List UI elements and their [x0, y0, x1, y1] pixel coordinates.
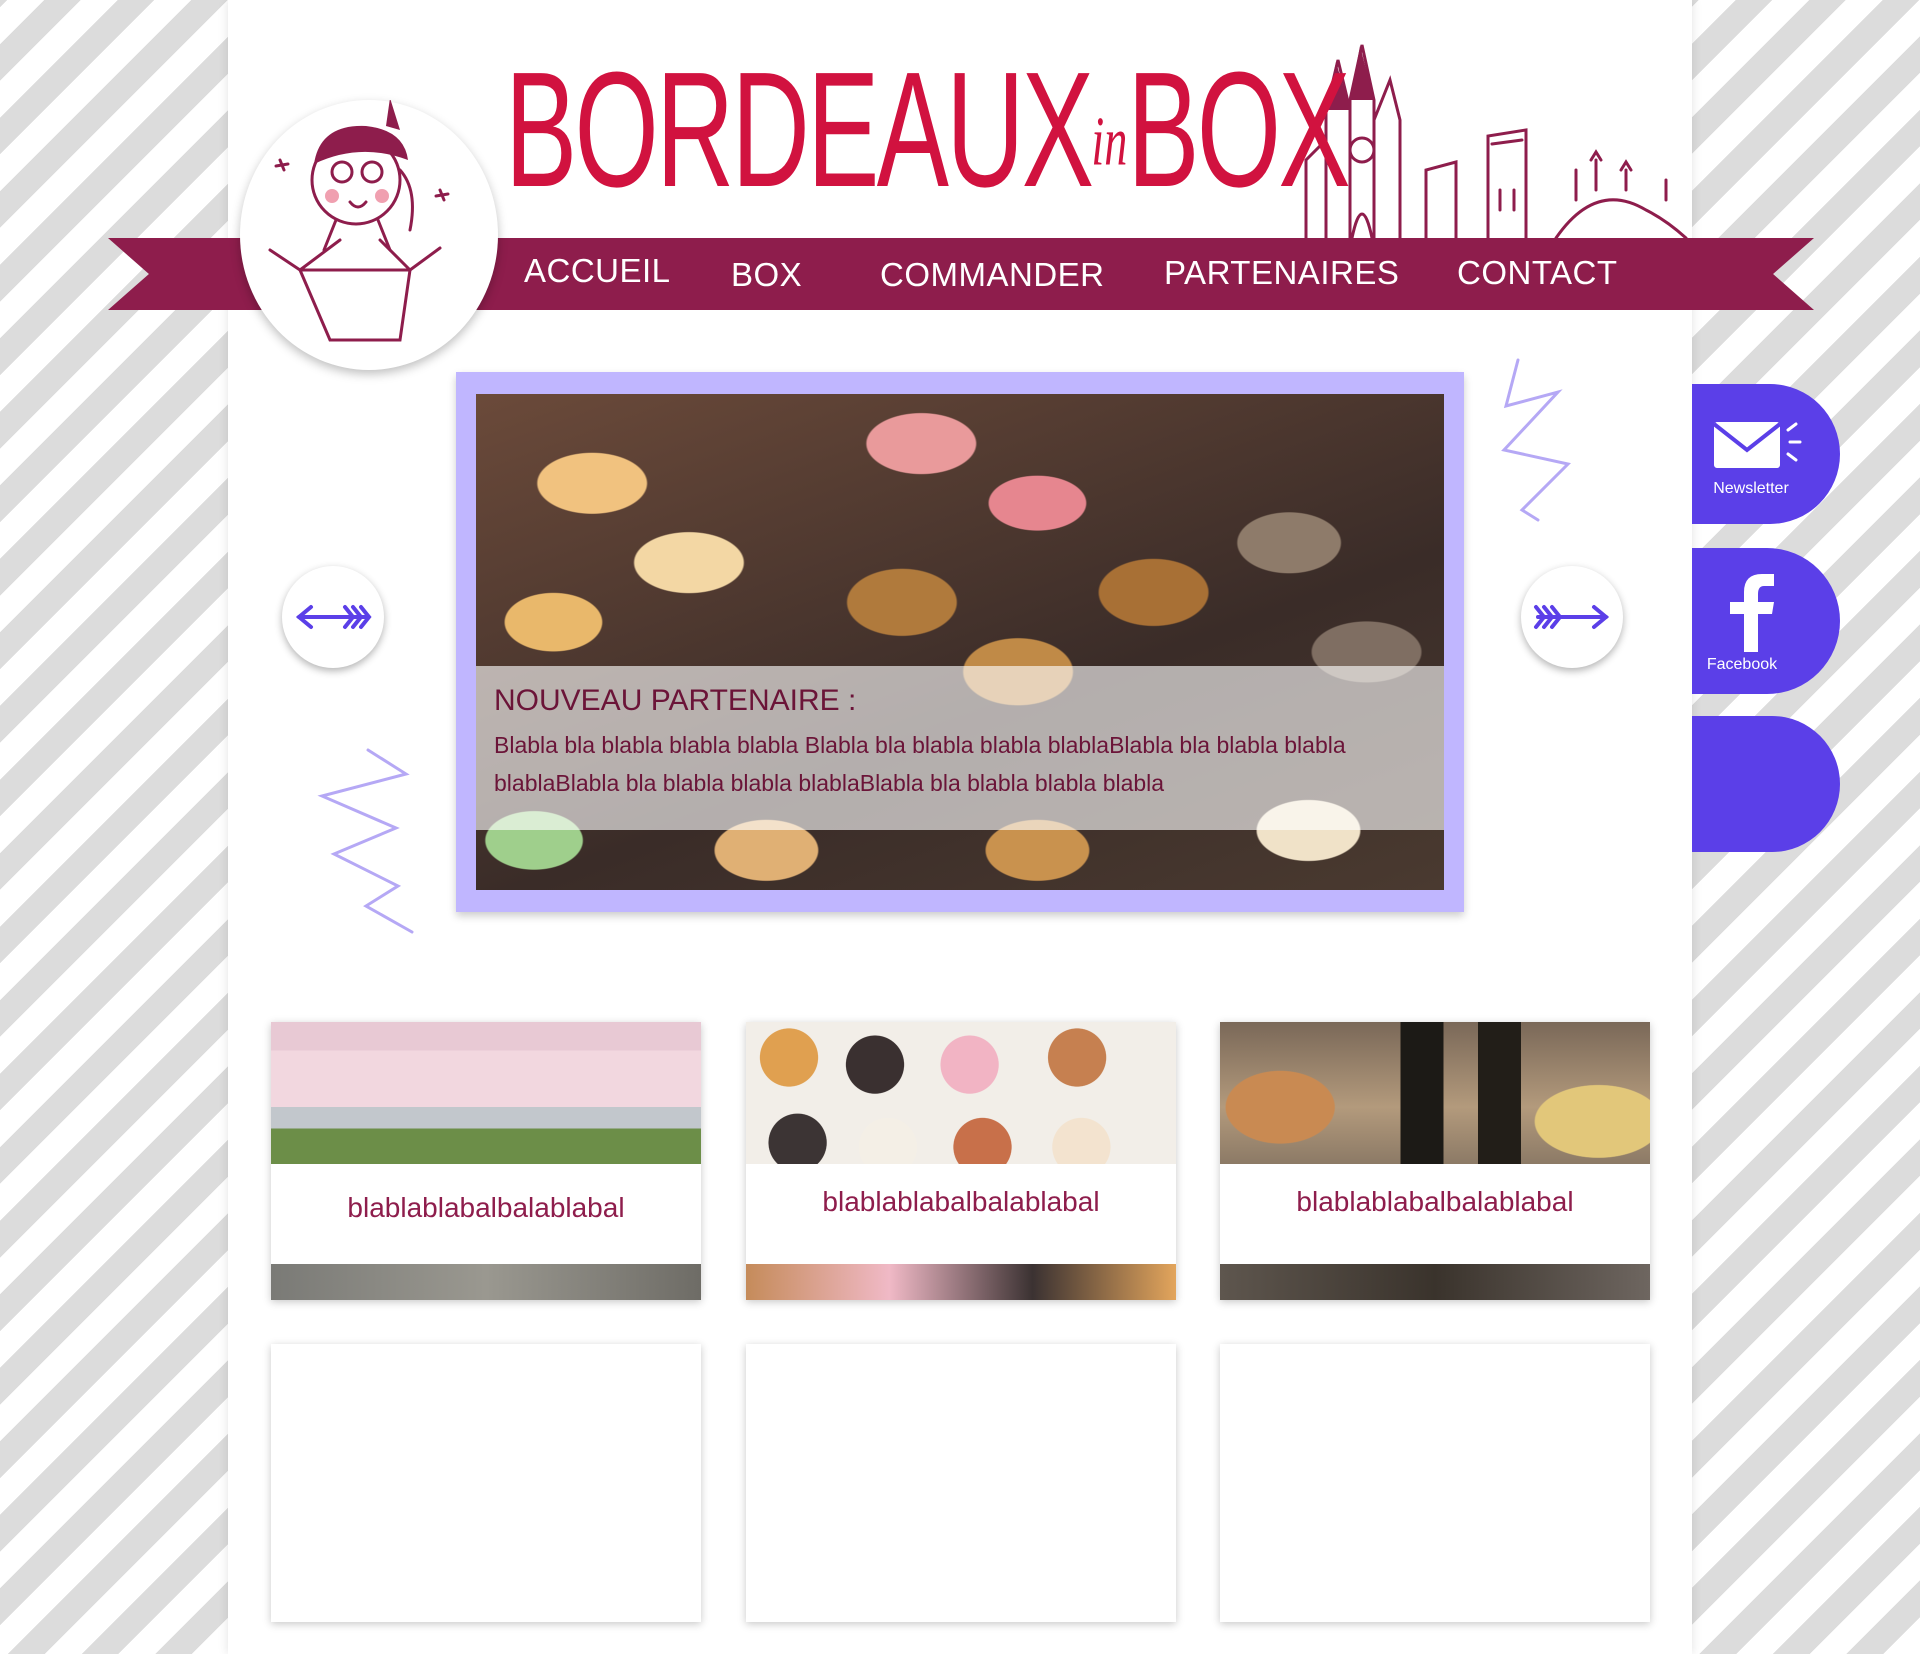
slide-caption-title: NOUVEAU PARTENAIRE : [494, 684, 857, 717]
extra-social-tab[interactable] [1692, 716, 1840, 852]
newsletter-tab[interactable]: Newsletter [1692, 384, 1840, 524]
card-image-wine-cheese [1220, 1022, 1650, 1164]
slide-image-macarons[interactable]: NOUVEAU PARTENAIRE : Blabla bla blabla b… [476, 394, 1444, 890]
partner-card[interactable]: blablablabalbalablabal [271, 1022, 701, 1300]
card-image-caravan [271, 1022, 701, 1164]
facebook-tab[interactable]: Facebook [1692, 548, 1840, 694]
brand-word-bordeaux: BORDEAUX [505, 38, 1094, 221]
facebook-icon [1730, 574, 1774, 652]
arrow-left-icon [295, 605, 372, 629]
brand-logo-text[interactable]: BORDEAUXinBOX [505, 48, 1351, 212]
nav-item-box[interactable]: BOX [731, 256, 802, 294]
card-label: blablablabalbalablabal [347, 1192, 625, 1223]
card-image-cupcakes [746, 1022, 1176, 1164]
nav-item-contact[interactable]: CONTACT [1457, 254, 1618, 292]
newsletter-label: Newsletter [1713, 480, 1789, 497]
arrow-right-icon [1534, 605, 1610, 629]
empty-card [746, 1344, 1176, 1622]
card-image-strip [746, 1264, 1176, 1300]
facebook-label: Facebook [1706, 656, 1778, 673]
card-image-strip [1220, 1264, 1650, 1300]
slide-caption-text: Blabla bla blabla blabla blabla Blabla b… [494, 732, 1346, 796]
empty-card [1220, 1344, 1650, 1622]
zigzag-doodle-right [1501, 358, 1572, 522]
card-image-strip [271, 1264, 701, 1300]
slider-next-button[interactable] [1521, 566, 1623, 668]
partner-card[interactable]: blablablabalbalablabal [1220, 1022, 1650, 1300]
slide-caption: NOUVEAU PARTENAIRE : Blabla bla blabla b… [476, 666, 1444, 830]
zigzag-doodle-left [317, 748, 414, 934]
featured-slider: NOUVEAU PARTENAIRE : Blabla bla blabla b… [456, 372, 1464, 912]
empty-card [271, 1344, 701, 1622]
brand-word-box: BOX [1127, 38, 1350, 221]
card-label: blablablabalbalablabal [822, 1186, 1100, 1217]
brand-word-in: in [1091, 103, 1128, 181]
nav-item-partenaires[interactable]: PARTENAIRES [1164, 254, 1399, 292]
nav-item-accueil[interactable]: ACCUEIL [524, 252, 671, 290]
main-nav: ACCUEIL BOX COMMANDER PARTENAIRES CONTAC… [0, 238, 1920, 310]
card-label: blablablabalbalablabal [1296, 1186, 1574, 1217]
envelope-icon [1712, 422, 1802, 468]
nav-item-commander[interactable]: COMMANDER [880, 256, 1105, 294]
mascot-logo[interactable] [240, 98, 498, 370]
partner-card[interactable]: blablablabalbalablabal [746, 1022, 1176, 1300]
mascot-girl-box-icon [268, 98, 450, 342]
slider-prev-button[interactable] [282, 566, 384, 668]
